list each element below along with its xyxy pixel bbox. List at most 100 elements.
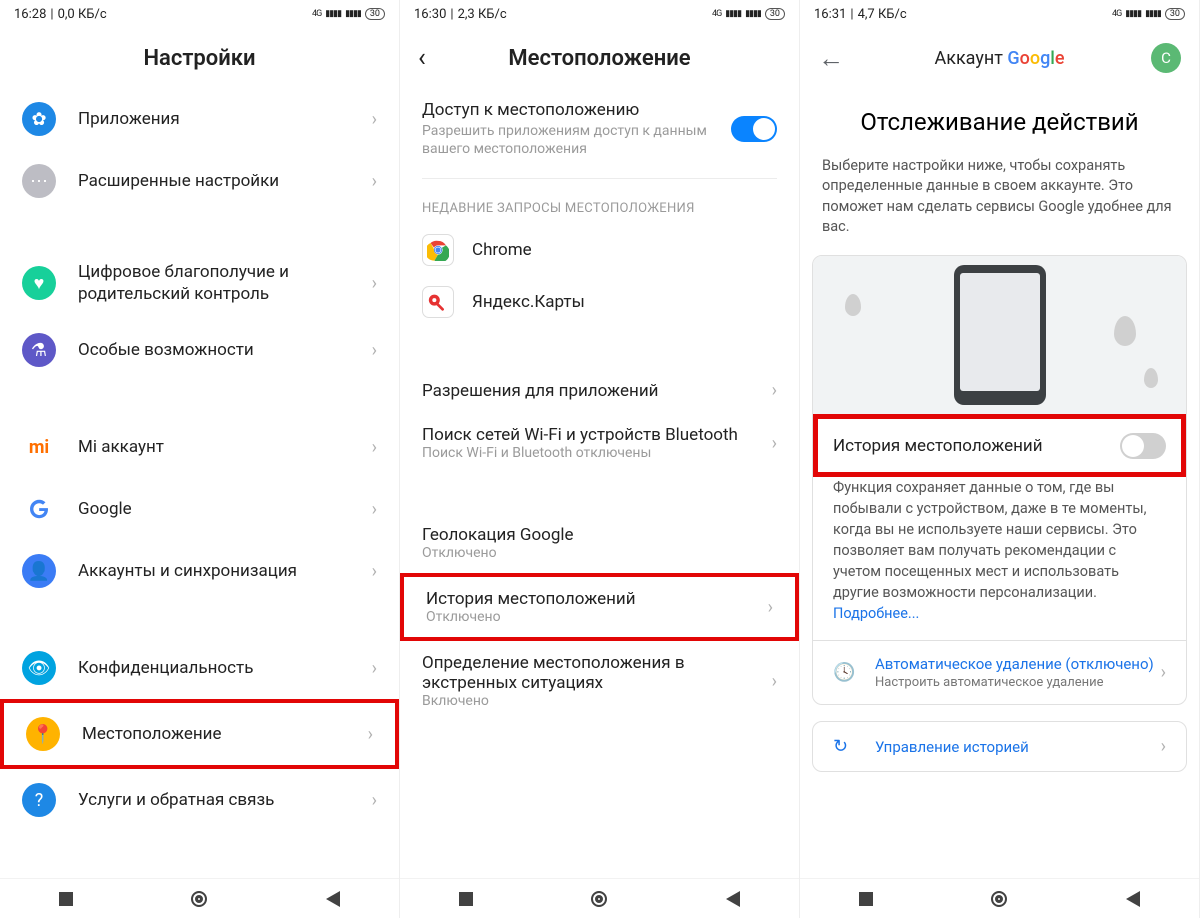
header: Настройки bbox=[0, 28, 399, 88]
signal-icon-2: ▮▮▮▮ bbox=[345, 9, 361, 19]
privacy-icon: 👁 bbox=[22, 651, 56, 685]
google-account-panel: 16:31 | 4,7 КБ/с 4G ▮▮▮▮ ▮▮▮▮ 30 ← Аккау… bbox=[800, 0, 1200, 918]
nav-back-icon[interactable] bbox=[1126, 891, 1140, 907]
chevron-right-icon: › bbox=[768, 597, 773, 618]
row-apps[interactable]: ✿ Приложения › bbox=[0, 88, 399, 150]
nav-home-icon[interactable] bbox=[991, 891, 1007, 907]
chevron-right-icon: › bbox=[372, 171, 377, 192]
nav-recent-icon[interactable] bbox=[59, 892, 73, 906]
row-mi-account[interactable]: mi Mi аккаунт › bbox=[0, 416, 399, 478]
chevron-right-icon: › bbox=[372, 109, 377, 130]
signal-icon: ▮▮▮▮ bbox=[1125, 9, 1141, 19]
signal-icon-2: ▮▮▮▮ bbox=[1145, 9, 1161, 19]
location-history-toggle-row[interactable]: История местоположений bbox=[813, 414, 1186, 477]
advanced-icon: ⋯ bbox=[22, 164, 56, 198]
header: ‹ Местоположение bbox=[400, 28, 799, 88]
chevron-right-icon: › bbox=[772, 380, 777, 401]
chevron-right-icon: › bbox=[372, 437, 377, 458]
row-manage-history[interactable]: ↻ Управление историей › bbox=[813, 722, 1186, 771]
page-title: Местоположение bbox=[448, 46, 751, 71]
row-app-permissions[interactable]: Разрешения для приложений › bbox=[400, 368, 799, 413]
status-bar: 16:30 | 2,3 КБ/с 4G ▮▮▮▮ ▮▮▮▮ 30 bbox=[400, 0, 799, 28]
accounts-icon: 👤 bbox=[22, 554, 56, 588]
accessibility-icon: ⚗ bbox=[22, 333, 56, 367]
yandex-maps-icon bbox=[422, 286, 454, 318]
row-advanced[interactable]: ⋯ Расширенные настройки › bbox=[0, 150, 399, 212]
section-title: Отслеживание действий bbox=[800, 88, 1199, 156]
row-location-history[interactable]: История местоположений Отключено › bbox=[400, 573, 799, 641]
card-illustration bbox=[813, 256, 1186, 414]
chevron-right-icon: › bbox=[1161, 662, 1166, 683]
android-navbar bbox=[800, 878, 1199, 918]
pin-icon bbox=[845, 294, 861, 316]
back-button[interactable]: ← bbox=[818, 43, 848, 74]
manage-history-card: ↻ Управление историей › bbox=[812, 721, 1187, 772]
status-data: 0,0 КБ/с bbox=[58, 7, 107, 22]
location-history-card: История местоположений Функция сохраняет… bbox=[812, 255, 1187, 705]
card-description: Функция сохраняет данные о том, где вы п… bbox=[813, 477, 1186, 640]
nav-home-icon[interactable] bbox=[191, 891, 207, 907]
learn-more-link[interactable]: Подробнее... bbox=[833, 605, 919, 622]
mi-icon: mi bbox=[22, 430, 56, 464]
location-access-switch[interactable] bbox=[731, 116, 777, 142]
signal-icon-2: ▮▮▮▮ bbox=[745, 9, 761, 19]
recent-requests-header: НЕДАВНИЕ ЗАПРОСЫ МЕСТОПОЛОЖЕНИЯ bbox=[400, 187, 799, 224]
status-time: 16:31 bbox=[814, 7, 846, 22]
history-icon: ↻ bbox=[833, 736, 861, 757]
status-time: 16:30 bbox=[414, 7, 446, 22]
chevron-right-icon: › bbox=[368, 724, 373, 745]
battery-icon: 30 bbox=[765, 8, 785, 20]
location-access-toggle-row[interactable]: Доступ к местоположению Разрешить прилож… bbox=[400, 88, 799, 170]
network-icon: 4G bbox=[712, 9, 721, 19]
row-accounts[interactable]: 👤 Аккаунты и синхронизация › bbox=[0, 540, 399, 602]
location-history-switch[interactable] bbox=[1120, 433, 1166, 459]
nav-recent-icon[interactable] bbox=[859, 892, 873, 906]
page-title: Аккаунт Google bbox=[848, 48, 1151, 69]
chevron-right-icon: › bbox=[1161, 736, 1166, 757]
signal-icon: ▮▮▮▮ bbox=[325, 9, 341, 19]
row-location[interactable]: 📍 Местоположение › bbox=[0, 699, 399, 769]
row-wellbeing[interactable]: ♥ Цифровое благополучие и родительский к… bbox=[0, 247, 399, 319]
help-icon: ? bbox=[22, 783, 56, 817]
location-panel: 16:30 | 2,3 КБ/с 4G ▮▮▮▮ ▮▮▮▮ 30 ‹ Место… bbox=[400, 0, 800, 918]
page-title: Настройки bbox=[18, 46, 381, 71]
row-help[interactable]: ? Услуги и обратная связь › bbox=[0, 769, 399, 831]
chevron-right-icon: › bbox=[372, 340, 377, 361]
pin-icon bbox=[1114, 316, 1136, 346]
recent-app-chrome[interactable]: Chrome bbox=[400, 224, 799, 276]
signal-icon: ▮▮▮▮ bbox=[725, 9, 741, 19]
chevron-right-icon: › bbox=[372, 561, 377, 582]
battery-icon: 30 bbox=[1165, 8, 1185, 20]
header: ← Аккаунт Google С bbox=[800, 28, 1199, 88]
nav-back-icon[interactable] bbox=[726, 891, 740, 907]
nav-back-icon[interactable] bbox=[326, 891, 340, 907]
android-navbar bbox=[0, 878, 399, 918]
network-icon: 4G bbox=[1112, 9, 1121, 19]
battery-icon: 30 bbox=[365, 8, 385, 20]
pin-icon bbox=[1144, 368, 1158, 388]
chevron-right-icon: › bbox=[772, 433, 777, 454]
phone-illustration bbox=[954, 265, 1046, 405]
row-accessibility[interactable]: ⚗ Особые возможности › bbox=[0, 319, 399, 381]
status-data: 4,7 КБ/с bbox=[858, 7, 907, 22]
chevron-right-icon: › bbox=[372, 790, 377, 811]
wellbeing-icon: ♥ bbox=[22, 266, 56, 300]
row-google-geolocation[interactable]: Геолокация Google Отключено bbox=[400, 513, 799, 573]
location-icon: 📍 bbox=[26, 717, 60, 751]
auto-delete-icon: 🕓 bbox=[833, 662, 861, 683]
nav-home-icon[interactable] bbox=[591, 891, 607, 907]
row-privacy[interactable]: 👁 Конфиденциальность › bbox=[0, 637, 399, 699]
status-time: 16:28 bbox=[14, 7, 46, 22]
recent-app-yandex-maps[interactable]: Яндекс.Карты bbox=[400, 276, 799, 328]
row-wifi-bt-scan[interactable]: Поиск сетей Wi-Fi и устройств Bluetooth … bbox=[400, 413, 799, 473]
row-google[interactable]: Google › bbox=[0, 478, 399, 540]
section-description: Выберите настройки ниже, чтобы сохранять… bbox=[800, 156, 1199, 255]
avatar[interactable]: С bbox=[1151, 43, 1181, 73]
back-button[interactable]: ‹ bbox=[418, 43, 448, 73]
nav-recent-icon[interactable] bbox=[459, 892, 473, 906]
row-auto-delete[interactable]: 🕓 Автоматическое удаление (отключено) На… bbox=[813, 640, 1186, 704]
android-navbar bbox=[400, 878, 799, 918]
row-emergency-location[interactable]: Определение местоположения в экстренных … bbox=[400, 641, 799, 721]
chrome-icon bbox=[422, 234, 454, 266]
chevron-right-icon: › bbox=[772, 671, 777, 692]
